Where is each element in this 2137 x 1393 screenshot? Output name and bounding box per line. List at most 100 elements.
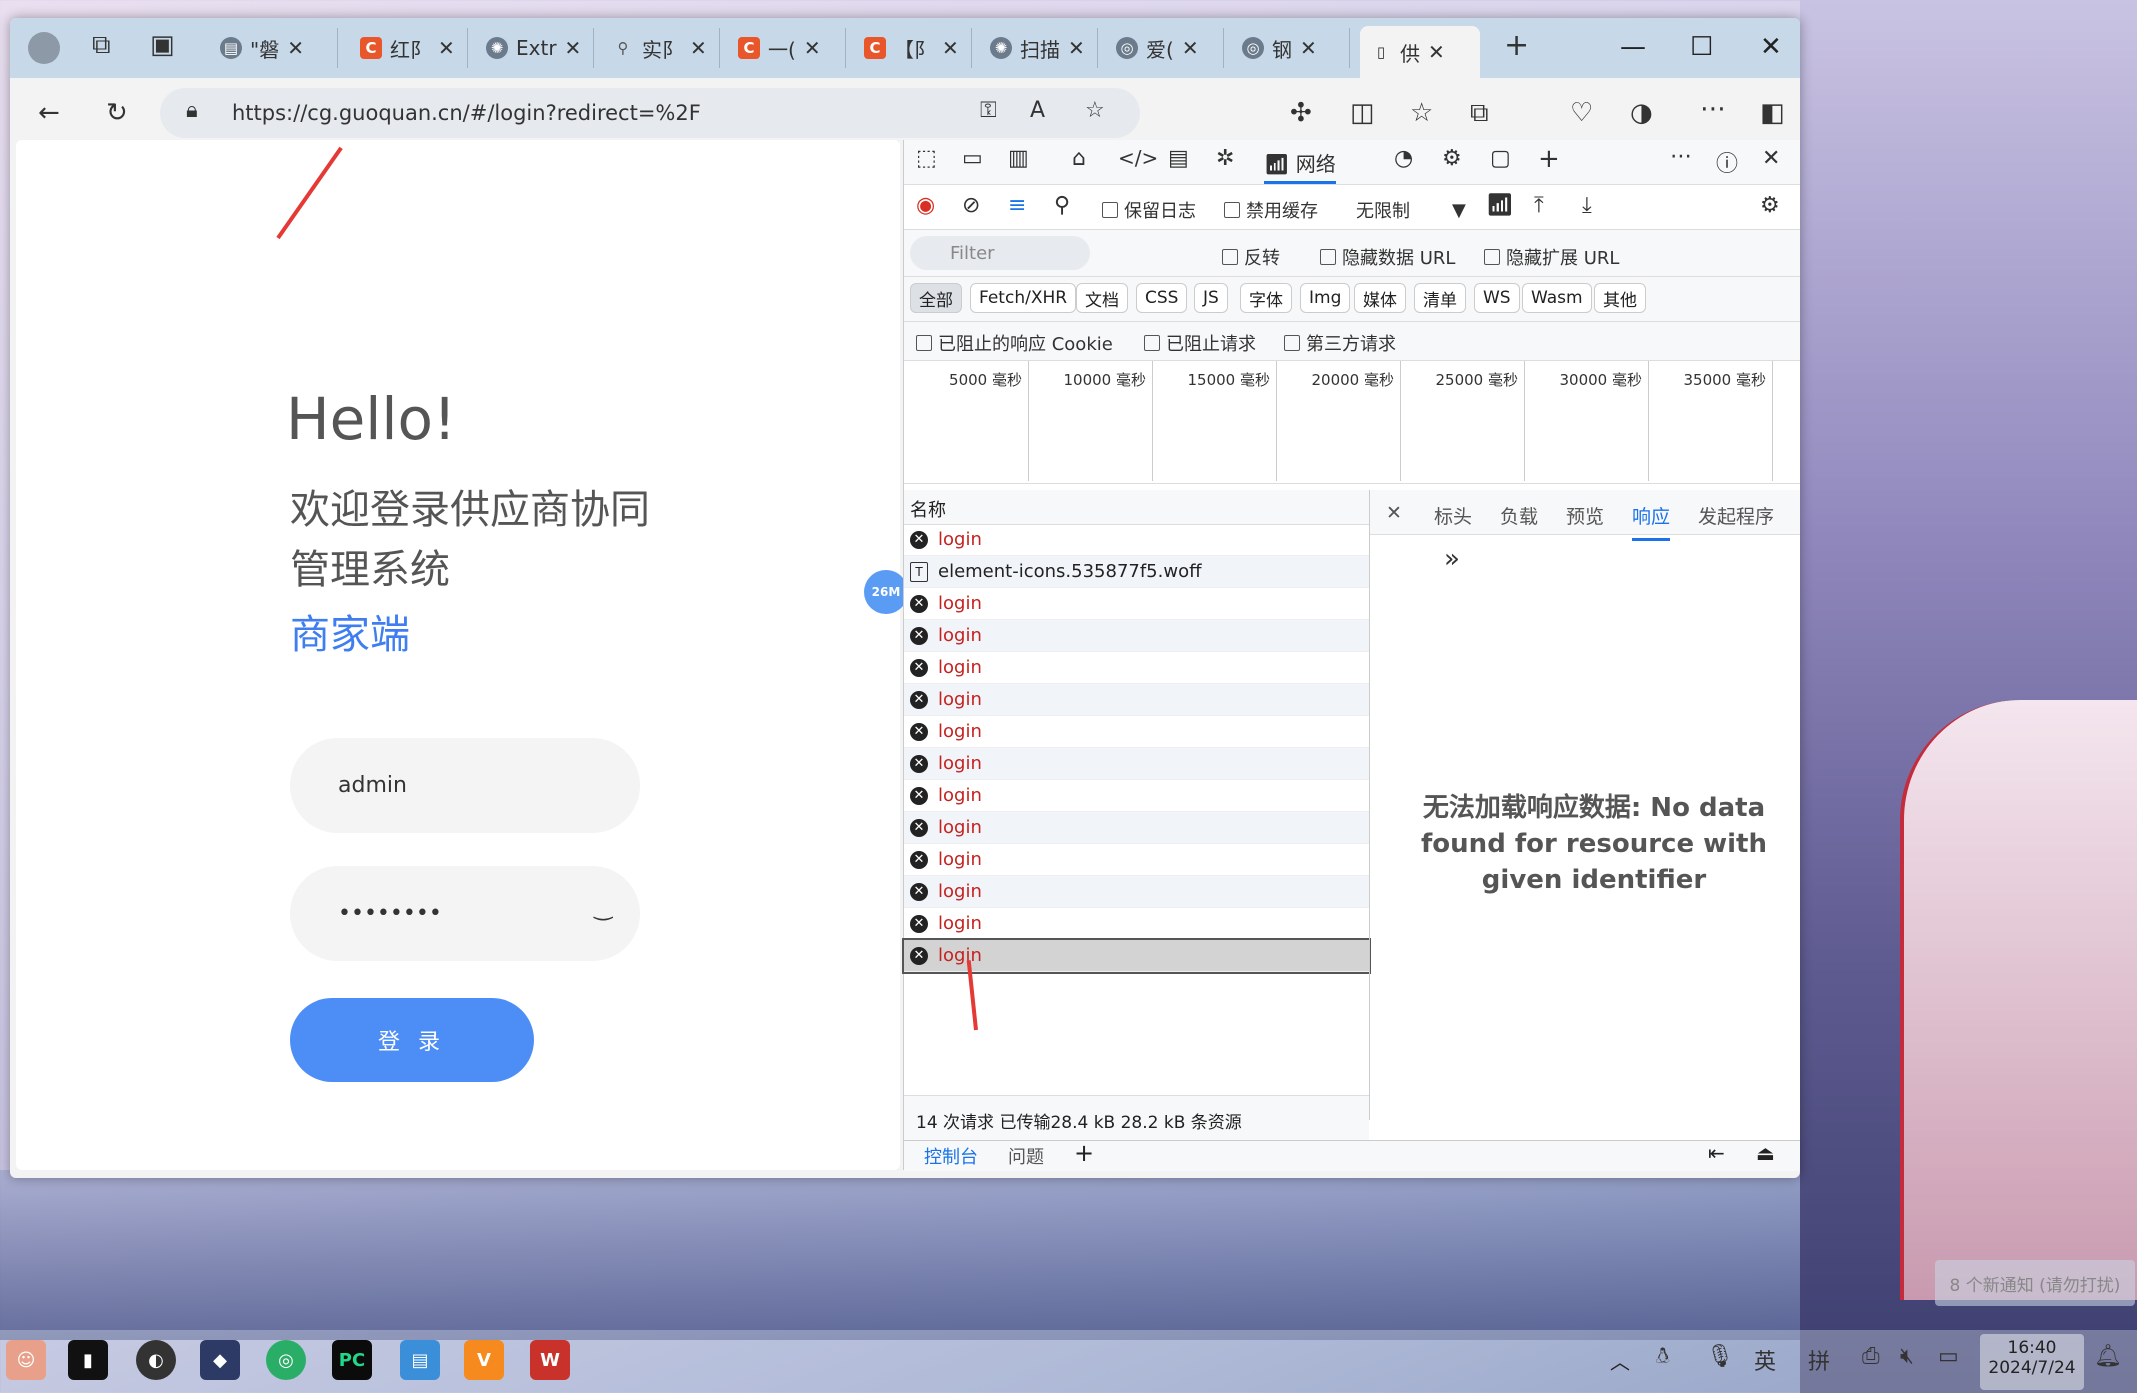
close-icon[interactable]: ✕ — [287, 36, 304, 60]
split-screen-icon[interactable]: ◫ — [1350, 98, 1375, 128]
password-input[interactable]: •••••••• ‿ — [290, 866, 640, 961]
close-icon[interactable]: ✕ — [804, 36, 821, 60]
tab-7[interactable]: ✺ 扫描 ✕ — [980, 28, 1098, 68]
filter-doc[interactable]: 文档 — [1076, 283, 1128, 313]
collections-icon[interactable]: ⧉ — [1470, 98, 1489, 129]
filter-manifest[interactable]: 清单 — [1414, 283, 1466, 313]
close-devtools-icon[interactable]: ✕ — [1762, 146, 1780, 171]
request-row[interactable]: ✕ login — [904, 588, 1369, 620]
favorite-star-icon[interactable]: ☆ — [1085, 98, 1105, 123]
eye-closed-icon[interactable]: ‿ — [594, 896, 612, 921]
memory-gear-icon[interactable]: ⚙ — [1442, 146, 1462, 171]
preserve-log-checkbox[interactable]: 保留日志 — [1102, 197, 1196, 223]
notification-bell-icon[interactable]: 🔔︎ — [2094, 1344, 2122, 1369]
collections-icon[interactable]: ⧉ — [92, 30, 111, 61]
tab-response[interactable]: 响应 — [1632, 502, 1671, 541]
vertical-tabs-icon[interactable]: ▣ — [150, 30, 175, 60]
key-icon[interactable]: ⚿ — [980, 98, 997, 123]
close-window-button[interactable]: ✕ — [1760, 32, 1782, 62]
close-icon[interactable]: ✕ — [1428, 40, 1445, 64]
sources-bug-icon[interactable]: ✲ — [1216, 146, 1234, 171]
tab-console[interactable]: 控制台 — [924, 1143, 978, 1169]
elements-icon[interactable]: </> — [1118, 146, 1158, 170]
minimize-button[interactable]: — — [1620, 32, 1646, 62]
tab-9[interactable]: ◎ 钢 ✕ — [1232, 28, 1350, 68]
request-row-selected[interactable]: ✕ login — [902, 938, 1371, 974]
checkbox-box[interactable] — [1222, 249, 1238, 265]
microphone-icon[interactable]: 🎙︎ — [1706, 1344, 1734, 1369]
checkbox-box[interactable] — [1144, 335, 1160, 351]
hide-data-url-checkbox[interactable]: 隐藏数据 URL — [1320, 244, 1455, 270]
address-bar[interactable]: 🔒︎ https://cg.guoquan.cn/#/login?redirec… — [160, 88, 1140, 138]
tab-3[interactable]: ✺ Extr ✕ — [476, 28, 594, 68]
sidebar-toggle-icon[interactable]: ◧ — [1760, 98, 1785, 128]
dock-icon[interactable]: ▥ — [1008, 146, 1029, 171]
filter-fetch-xhr[interactable]: Fetch/XHR — [970, 283, 1077, 313]
checkbox-box[interactable] — [1320, 249, 1336, 265]
lock-icon[interactable]: 🔒︎ — [186, 98, 198, 123]
tab-4[interactable]: ⚲ 实阝 ✕ — [602, 28, 720, 68]
performance-icon[interactable]: ◔ — [1394, 146, 1413, 171]
extensions-icon[interactable]: ✣ — [1290, 98, 1312, 128]
tab-5[interactable]: C 一(✕ — [728, 28, 846, 68]
invert-checkbox[interactable]: 反转 — [1222, 244, 1280, 270]
avatar-app-icon[interactable]: ☺ — [6, 1340, 46, 1380]
request-row[interactable]: Telement-icons.535877f5.woff — [904, 556, 1369, 588]
tab-1[interactable]: ▤ "磐 ✕ — [210, 28, 338, 68]
request-row[interactable]: ✕ login — [904, 716, 1369, 748]
request-row[interactable]: ✕ login — [904, 652, 1369, 684]
close-icon[interactable]: ✕ — [1182, 36, 1199, 60]
close-icon[interactable]: ✕ — [1068, 36, 1085, 60]
close-icon[interactable]: ✕ — [438, 36, 455, 60]
application-icon[interactable]: ▢ — [1490, 146, 1511, 171]
timeline-overview[interactable]: 5000 毫秒 10000 毫秒 15000 毫秒 20000 毫秒 25000… — [904, 361, 1800, 484]
network-conditions-icon[interactable]: 📶︎ — [1486, 193, 1514, 218]
checkbox-box[interactable] — [1284, 335, 1300, 351]
inspect-icon[interactable]: ⬚ — [916, 146, 937, 171]
close-icon[interactable]: ✕ — [690, 36, 707, 60]
new-tab-icon[interactable]: + — [1504, 28, 1529, 63]
maximize-button[interactable]: ☐ — [1690, 32, 1713, 62]
settings-gear-icon[interactable]: ⚙ — [1760, 193, 1780, 218]
hide-extension-url-checkbox[interactable]: 隐藏扩展 URL — [1484, 244, 1619, 270]
filter-all[interactable]: 全部 — [910, 283, 962, 313]
tab-headers[interactable]: 标头 — [1434, 502, 1472, 529]
throttle-select[interactable]: 无限制 ▼ — [1356, 197, 1466, 223]
tab-6[interactable]: C 【阝 ✕ — [854, 28, 972, 68]
tab-8[interactable]: ◎ 爱(✕ — [1106, 28, 1224, 68]
filter-wasm[interactable]: Wasm — [1522, 283, 1592, 313]
filter-media[interactable]: 媒体 — [1354, 283, 1406, 313]
close-icon[interactable]: ✕ — [565, 36, 582, 60]
search-icon[interactable]: ⚲ — [1054, 193, 1070, 218]
name-column-header[interactable]: 名称 — [904, 490, 1369, 525]
double-chevron-icon[interactable]: » — [1444, 544, 1460, 574]
username-input[interactable]: admin — [290, 738, 640, 833]
console-icon[interactable]: ▤ — [1168, 146, 1189, 171]
request-row[interactable]: ✕ login — [904, 876, 1369, 908]
checkbox-box[interactable] — [1102, 202, 1118, 218]
tab-preview[interactable]: 预览 — [1566, 502, 1604, 529]
close-icon[interactable]: ✕ — [942, 36, 959, 60]
filter-css[interactable]: CSS — [1136, 283, 1188, 313]
memory-badge[interactable]: 26M — [864, 570, 908, 614]
checkbox-box[interactable] — [1224, 202, 1240, 218]
network-icon[interactable]: ⎙ — [1862, 1344, 1880, 1369]
request-row[interactable]: ✕ login — [904, 620, 1369, 652]
filter-icon[interactable]: ≡ — [1008, 193, 1026, 218]
profile-avatar[interactable] — [28, 32, 60, 64]
record-icon[interactable]: ◉ — [916, 193, 935, 218]
help-icon[interactable]: ⓘ — [1716, 146, 1738, 178]
chevron-up-icon[interactable]: ︿ — [1610, 1346, 1630, 1375]
tab-2[interactable]: C 红阝 ✕ — [350, 28, 468, 68]
filter-img[interactable]: Img — [1300, 283, 1351, 313]
more-icon[interactable]: ⋯ — [1670, 144, 1692, 169]
more-tools-plus-icon[interactable]: + — [1538, 144, 1560, 174]
blocked-cookies-checkbox[interactable]: 已阻止的响应 Cookie — [916, 330, 1113, 356]
notes-app-icon[interactable]: ▤ — [400, 1340, 440, 1380]
back-icon[interactable]: ← — [38, 98, 60, 128]
split-divider[interactable] — [1369, 490, 1370, 1120]
checkbox-box[interactable] — [916, 335, 932, 351]
terminal-app-icon[interactable]: ▮ — [68, 1340, 108, 1380]
refresh-icon[interactable]: ↻ — [106, 98, 128, 128]
filter-ws[interactable]: WS — [1474, 283, 1520, 313]
